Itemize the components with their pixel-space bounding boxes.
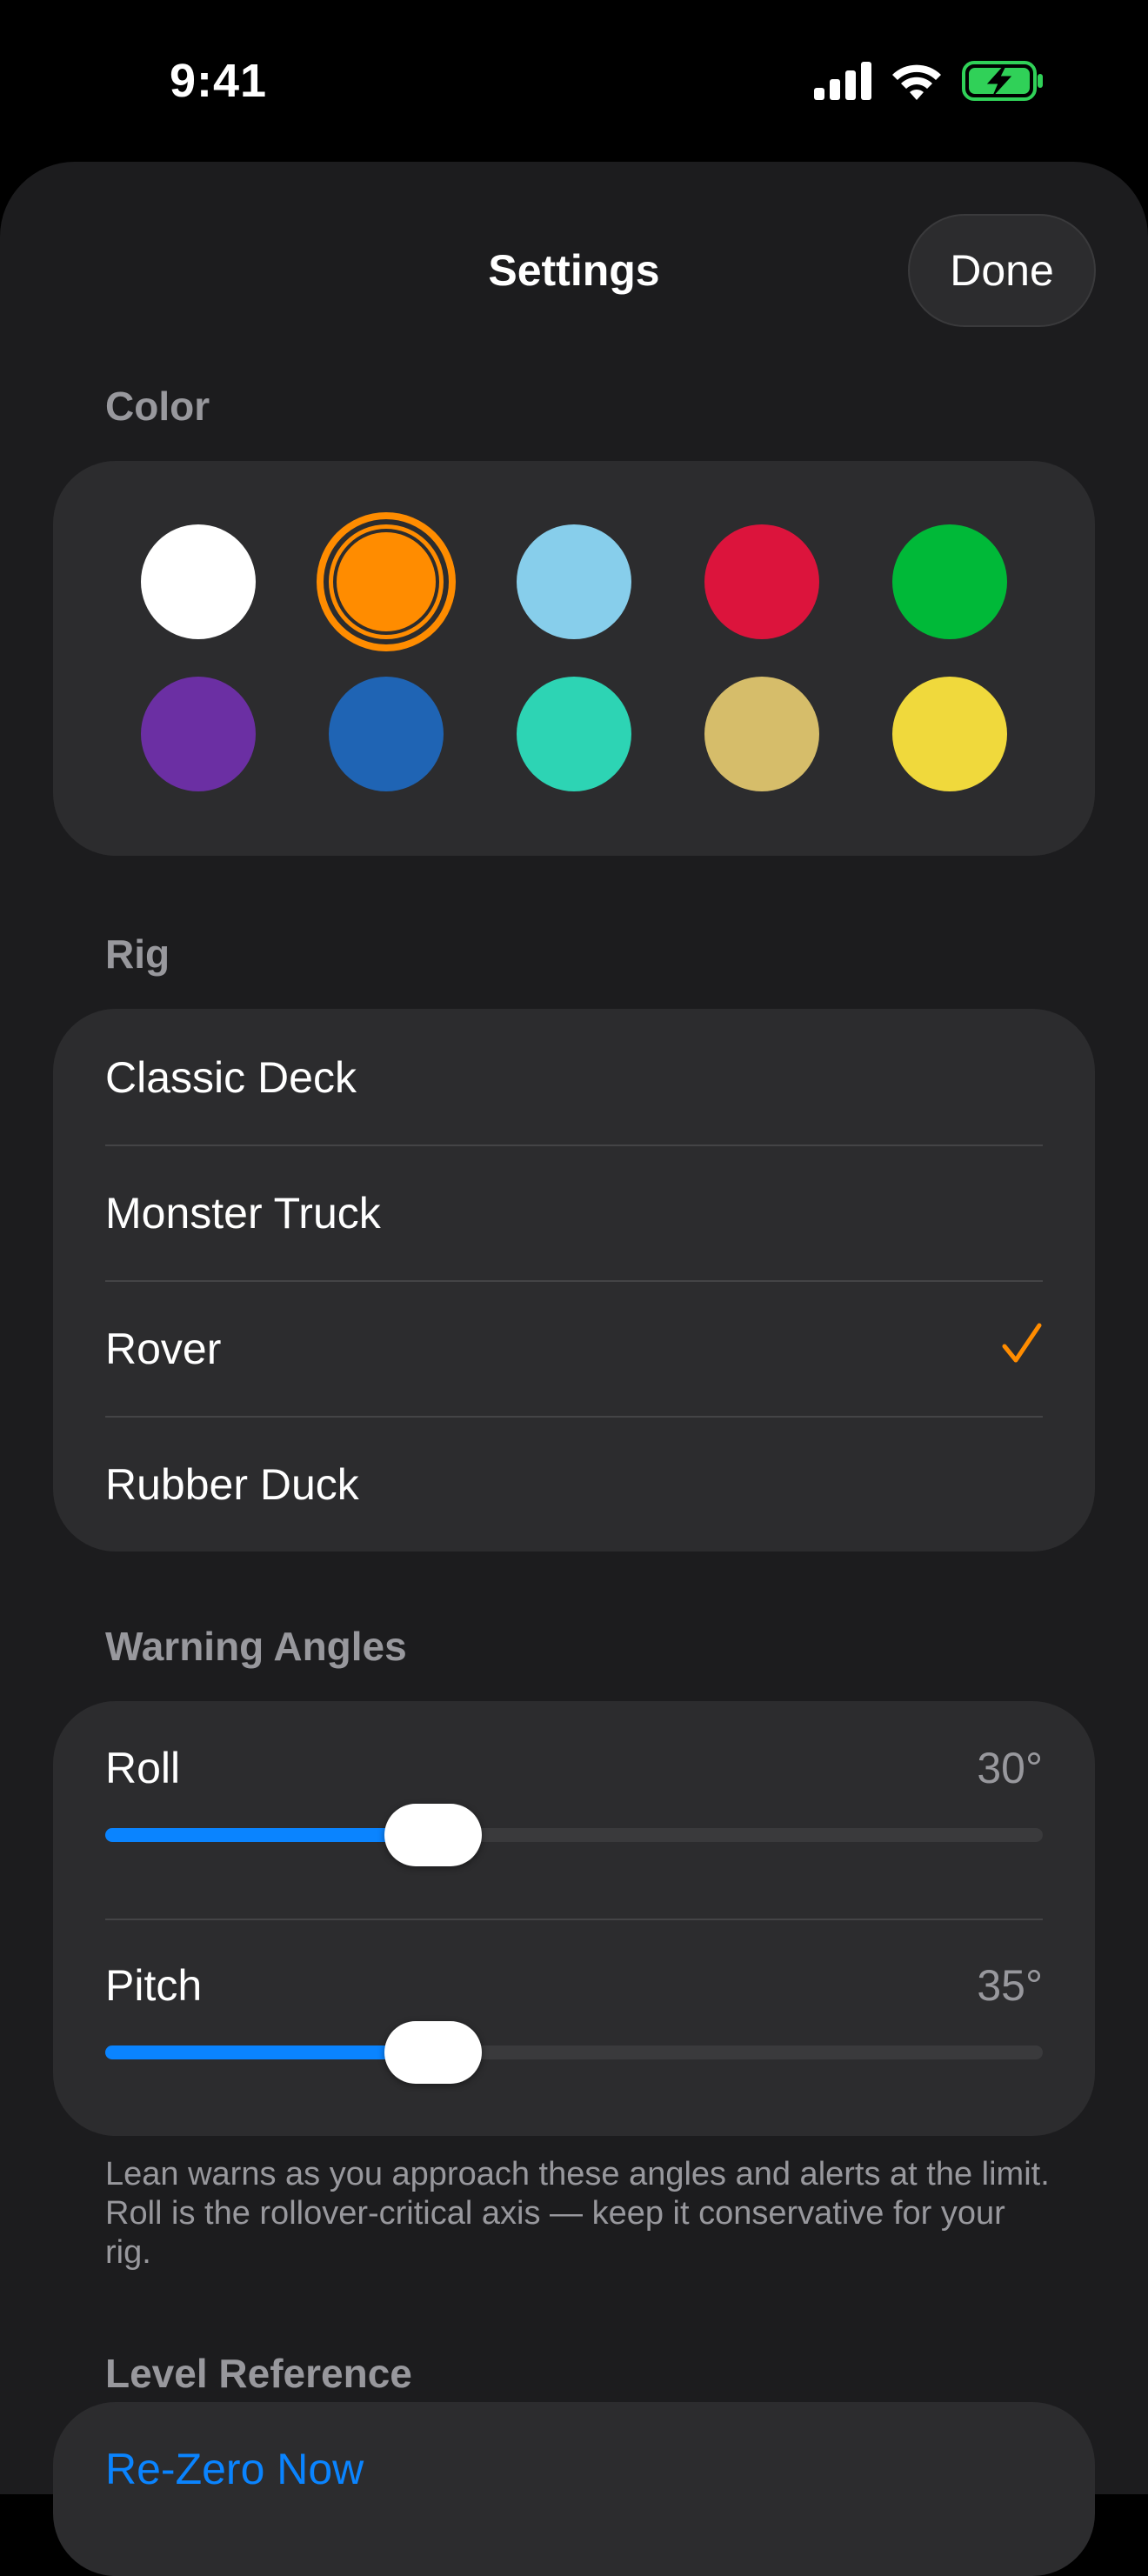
warning-angles-footnote: Lean warns as you approach these angles … <box>105 2156 1050 2271</box>
rig-option-rover[interactable]: Rover <box>53 1280 1095 1416</box>
status-icons <box>814 61 1044 101</box>
pitch-label: Pitch <box>105 1961 203 2010</box>
done-button[interactable]: Done <box>908 214 1096 327</box>
cellular-signal-icon <box>814 62 871 100</box>
color-picker-card <box>53 461 1095 856</box>
rezero-now-button[interactable]: Re-Zero Now <box>105 2444 364 2494</box>
rig-section-header: Rig <box>105 931 170 977</box>
battery-charging-icon <box>962 61 1043 101</box>
pitch-slider-thumb[interactable] <box>384 2021 483 2084</box>
roll-value: 30° <box>977 1744 1043 1792</box>
settings-sheet: Settings Done Color Rig Classic Deck Mon… <box>0 162 1148 2576</box>
pitch-slider[interactable] <box>105 2021 1043 2084</box>
warning-angles-section-header: Warning Angles <box>105 1624 407 1669</box>
swatch-green[interactable] <box>892 524 1007 639</box>
swatch-teal[interactable] <box>517 677 631 791</box>
status-bar: 9:41 <box>0 0 1148 162</box>
wifi-icon <box>892 64 941 100</box>
swatch-white[interactable] <box>141 524 256 639</box>
pitch-value: 35° <box>977 1961 1043 2010</box>
swatch-orange[interactable] <box>329 524 444 639</box>
status-time: 9:41 <box>170 55 268 107</box>
rig-option-label: Classic Deck <box>105 1053 357 1102</box>
swatch-red[interactable] <box>704 524 819 639</box>
swatch-purple[interactable] <box>141 677 256 791</box>
color-section-header: Color <box>105 384 210 429</box>
roll-slider-thumb[interactable] <box>384 1804 483 1866</box>
warning-angles-card: Roll 30° Pitch 35° <box>53 1701 1095 2136</box>
level-reference-card: Re-Zero Now <box>53 2402 1095 2576</box>
level-reference-section-header: Level Reference <box>105 2351 412 2396</box>
rig-list-card: Classic Deck Monster Truck Rover Rubber … <box>53 1009 1095 1552</box>
rig-option-label: Rover <box>105 1325 222 1373</box>
rig-option-classic-deck[interactable]: Classic Deck <box>53 1009 1095 1145</box>
checkmark-icon <box>1002 1323 1042 1363</box>
rig-option-label: Rubber Duck <box>105 1460 359 1509</box>
rig-option-rubber-duck[interactable]: Rubber Duck <box>53 1416 1095 1552</box>
roll-slider[interactable] <box>105 1804 1043 1866</box>
divider <box>105 1919 1043 1920</box>
rig-option-label: Monster Truck <box>105 1189 381 1238</box>
swatch-tan[interactable] <box>704 677 819 791</box>
swatch-blue[interactable] <box>329 677 444 791</box>
swatch-yellow[interactable] <box>892 677 1007 791</box>
rig-option-monster-truck[interactable]: Monster Truck <box>53 1145 1095 1280</box>
swatch-light-blue[interactable] <box>517 524 631 639</box>
roll-label: Roll <box>105 1744 181 1792</box>
